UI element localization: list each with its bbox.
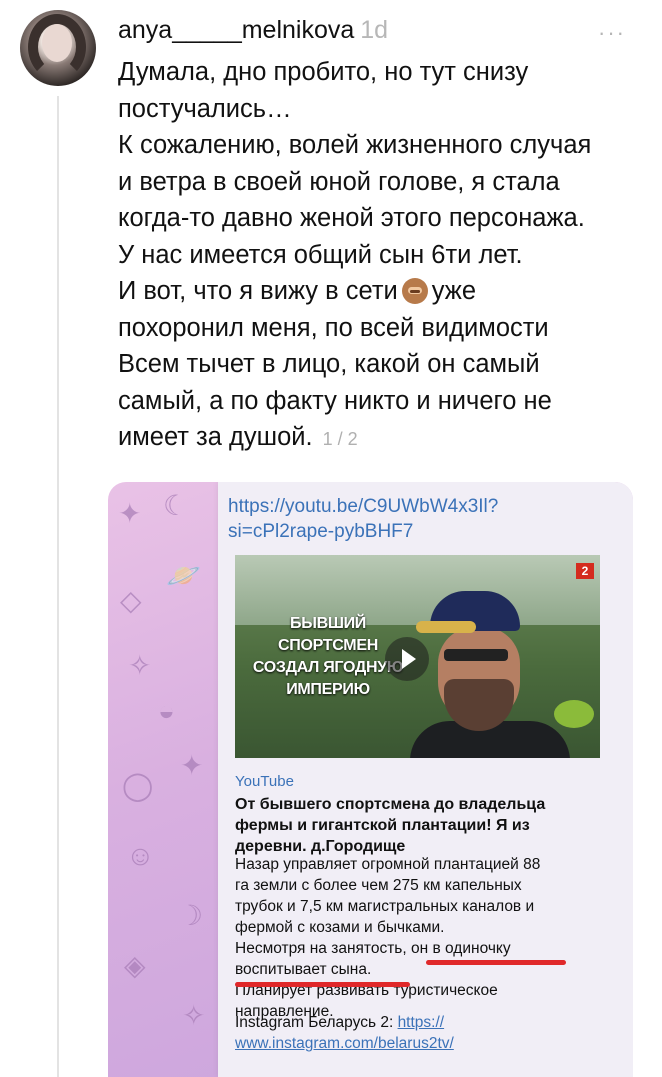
desc-line: Несмотря на занятость, он в одиночку xyxy=(235,940,511,957)
post-line: Всем тычет в лицо, какой он самый xyxy=(118,350,540,378)
doodle-star-icon: ✧ xyxy=(128,650,152,681)
image-counter: 1 / 2 xyxy=(322,429,358,449)
instagram-prefix: Instagram Беларусь 2: xyxy=(235,1014,398,1031)
post-line: самый, а по факту никто и ничего не xyxy=(118,386,552,415)
desc-line: Назар управляет огромной плантацией 88 xyxy=(235,856,541,873)
monkey-emoji-icon xyxy=(401,278,428,304)
desc-line: га земли с более чем 275 км капельных xyxy=(235,877,522,894)
post-line: постучались… xyxy=(118,94,292,123)
post-line-part: имеет за душой. xyxy=(118,423,313,451)
doodle-diamond-icon: ◇ xyxy=(120,585,142,616)
instagram-line: Instagram Беларусь 2: https:// www.insta… xyxy=(235,1012,595,1054)
post-time: 1d xyxy=(360,16,389,44)
youtube-link[interactable]: https://youtu.be/C9UWbW4x3Il? si=cPl2rap… xyxy=(228,494,528,544)
youtube-link-line[interactable]: https://youtu.be/C9UWbW4x3Il? xyxy=(228,494,528,519)
doodle-moon-icon: ☾ xyxy=(163,490,189,521)
instagram-link[interactable]: www.instagram.com/belarus2tv/ xyxy=(235,1035,454,1052)
post-line: Думала, дно пробито, но тут снизу xyxy=(118,58,529,86)
doodle-star-icon: ✧ xyxy=(182,1000,206,1031)
preview-cap-brim xyxy=(416,621,476,633)
post-line: И вот, что я вижу в сети уже xyxy=(118,273,648,310)
doodle-moon-icon: ☽ xyxy=(178,900,204,931)
thread-line xyxy=(57,96,59,1077)
play-icon[interactable] xyxy=(385,637,429,681)
desc-line: трубок и 7,5 км магистральных каналов и xyxy=(235,898,535,915)
post-line: когда-то давно женой этого персонажа. xyxy=(118,204,585,232)
post-line: похоронил меня, по всей видимости xyxy=(118,313,549,342)
more-icon[interactable]: ··· xyxy=(598,20,626,46)
avatar[interactable] xyxy=(20,10,96,86)
preview-person xyxy=(410,591,570,758)
post-line-part: И вот, что я вижу в сети xyxy=(118,277,398,305)
video-title: От бывшего спортсмена до владельца фермы… xyxy=(235,796,546,855)
doodle-star-icon: ✦ xyxy=(180,750,204,781)
doodle-planet-icon: 🪐 xyxy=(166,560,201,591)
doodle-face-icon: ☺ xyxy=(126,840,155,871)
youtube-link-line[interactable]: si=cPl2rape-pybBHF7 xyxy=(228,519,528,544)
source-label: YouTube xyxy=(235,773,294,790)
post-text: Думала, дно пробито, но тут снизу постуч… xyxy=(118,54,648,458)
doodle-ufo-icon: ◒ xyxy=(158,695,175,726)
video-preview[interactable]: БЫВШИЙ СПОРТСМЕН СОЗДАЛ ЯГОДНУЮ ИМПЕРИЮ … xyxy=(235,555,600,758)
username[interactable]: anya_____melnikova xyxy=(118,16,354,44)
red-underline-annotation xyxy=(235,982,410,987)
post-image[interactable]: ✦ ☾ ◇ 🪐 ✧ ◒ ◯ ✦ ☺ ☽ ◈ ✧ https://youtu.be… xyxy=(108,482,633,1077)
instagram-link[interactable]: https:// xyxy=(398,1014,445,1031)
post-line: К сожалению, волей жизненного случая xyxy=(118,131,592,159)
channel-badge: 2 xyxy=(576,563,594,579)
post-line: имеет за душой. 1 / 2 xyxy=(118,419,648,458)
desc-line: фермой с козами и бычками. xyxy=(235,919,445,936)
post-header: anya_____melnikova 1d xyxy=(118,14,388,46)
post-line-part: уже xyxy=(431,277,477,305)
video-description: Назар управляет огромной плантацией 88 г… xyxy=(235,854,595,1022)
red-underline-annotation xyxy=(426,960,566,965)
doodle-star-icon: ✦ xyxy=(118,498,142,529)
preview-glasses xyxy=(444,649,508,661)
program-logo-icon xyxy=(554,700,594,728)
doodle-diamond-icon: ◈ xyxy=(124,950,146,981)
post-line: и ветра в своей юной голове, я стала xyxy=(118,167,560,196)
avatar-face xyxy=(42,24,72,62)
post-line: У нас имеется общий сын 6ти лет. xyxy=(118,240,523,269)
doodle-circle-icon: ◯ xyxy=(122,770,154,801)
